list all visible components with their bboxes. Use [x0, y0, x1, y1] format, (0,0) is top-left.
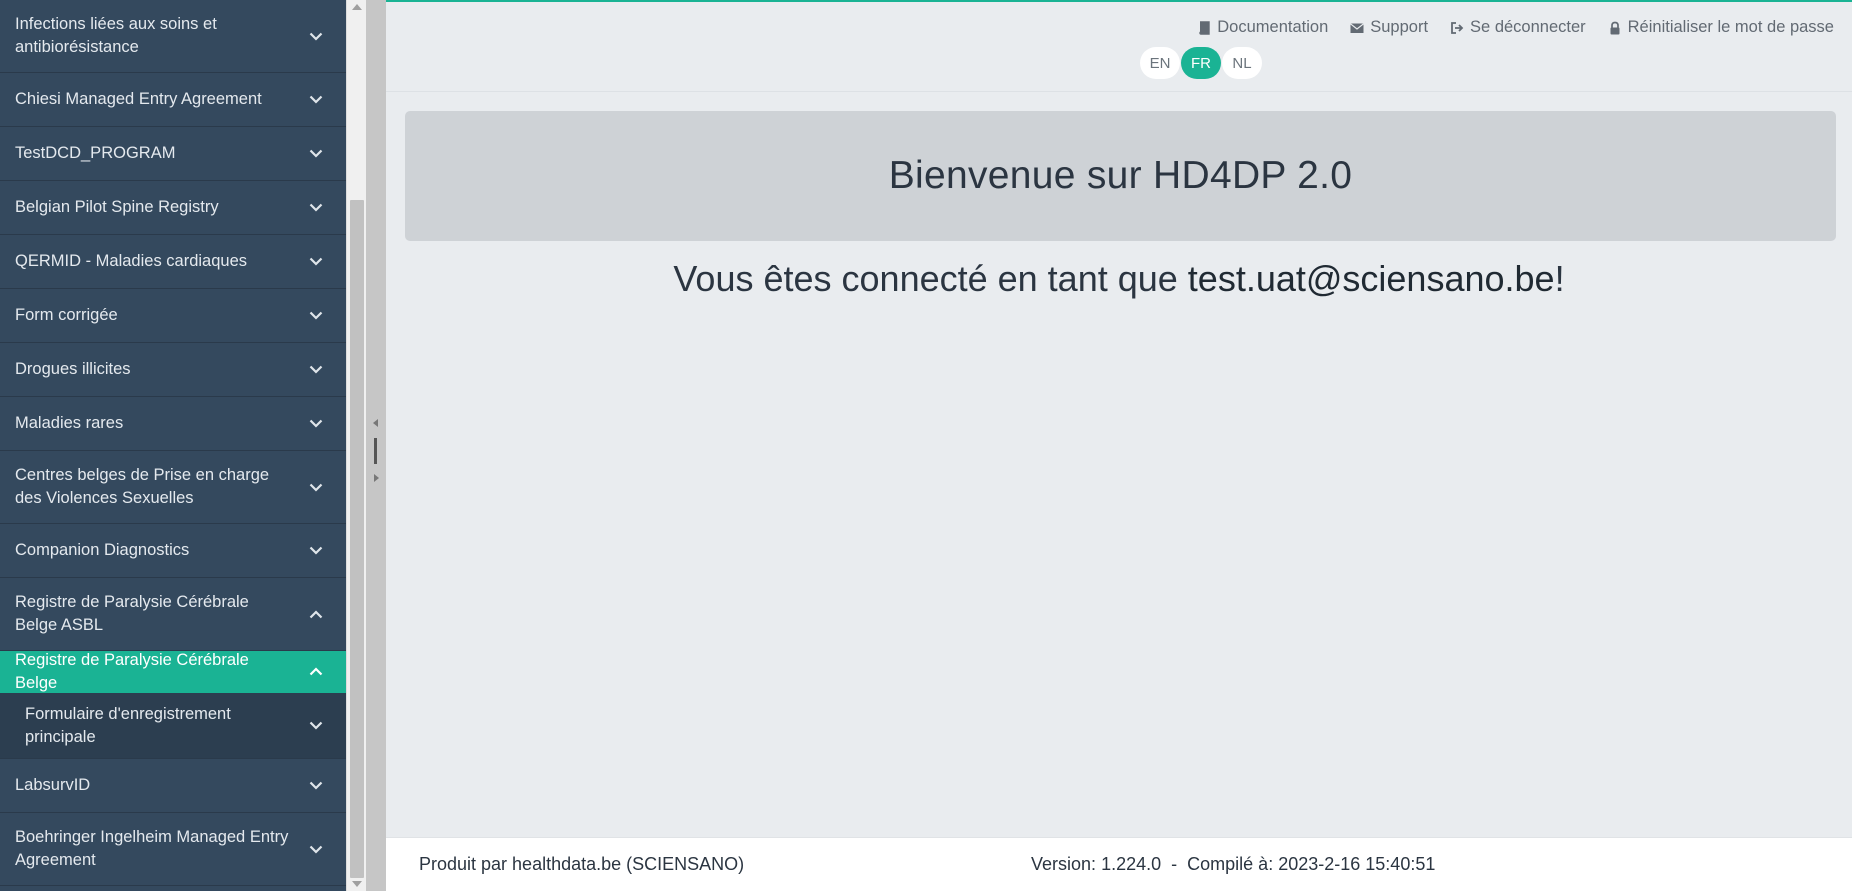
scroll-up-arrow-icon[interactable]: [352, 4, 362, 10]
lock-icon: [1610, 21, 1620, 34]
chevron-down-icon: [306, 198, 326, 218]
sidebar-item-spine-registry[interactable]: Belgian Pilot Spine Registry: [0, 181, 346, 235]
chevron-down-icon: [306, 716, 326, 736]
sidebar-item-form-corrigee[interactable]: Form corrigée: [0, 289, 346, 343]
footer-separator: -: [1171, 854, 1178, 874]
sidebar-subitem-formulaire[interactable]: Formulaire d'enregistrement principale: [0, 693, 346, 759]
sidebar-item-label: Formulaire d'enregistrement principale: [25, 704, 231, 746]
chevron-down-icon: [306, 252, 326, 272]
documentation-label: Documentation: [1217, 18, 1329, 36]
chevron-up-icon: [306, 604, 326, 624]
sidebar-item-chiesi[interactable]: Chiesi Managed Entry Agreement: [0, 73, 346, 127]
chevron-down-icon: [306, 477, 326, 497]
sidebar-item-label: Infections liées aux soins et antibiorés…: [15, 15, 217, 56]
sidebar-item-label: QERMID - Maladies cardiaques: [15, 252, 247, 270]
envelope-icon: [1350, 22, 1365, 33]
sidebar-nav: Infections liées aux soins et antibiorés…: [0, 0, 346, 891]
sidebar-item-companion-diagnostics[interactable]: Companion Diagnostics: [0, 524, 346, 578]
sidebar-item-labsurvid[interactable]: LabsurvID: [0, 759, 346, 813]
reset-password-label: Réinitialiser le mot de passe: [1627, 18, 1834, 36]
sidebar-item-paralysie-asbl[interactable]: Registre de Paralysie Cérébrale Belge AS…: [0, 578, 346, 651]
chevron-up-icon: [306, 662, 326, 682]
chevron-down-icon: [306, 306, 326, 326]
scrollbar-thumb[interactable]: [350, 200, 364, 878]
language-switcher: EN FR NL: [1140, 47, 1263, 79]
reset-password-link[interactable]: Réinitialiser le mot de passe: [1608, 18, 1834, 37]
sidebar-item-maladies-rares[interactable]: Maladies rares: [0, 397, 346, 451]
sidebar-item-label: Belgian Pilot Spine Registry: [15, 198, 219, 216]
language-nl-button[interactable]: NL: [1222, 47, 1262, 79]
logout-link[interactable]: Se déconnecter: [1450, 18, 1586, 37]
logged-in-suffix: !: [1554, 258, 1565, 299]
top-links: Documentation Support Se déconnecter Réi…: [1197, 18, 1834, 37]
chevron-down-icon: [306, 541, 326, 561]
book-icon: [1199, 20, 1210, 35]
sidebar-item-paralysie-active[interactable]: Registre de Paralysie Cérébrale Belge: [0, 651, 346, 693]
chevron-down-icon: [306, 26, 326, 46]
sidebar-item-label: Drogues illicites: [15, 360, 131, 378]
top-bar: Documentation Support Se déconnecter Réi…: [386, 2, 1852, 92]
sidebar-item-label: Form corrigée: [15, 306, 118, 324]
welcome-title: Bienvenue sur HD4DP 2.0: [888, 154, 1353, 197]
footer: Produit par healthdata.be (SCIENSANO) Ve…: [386, 837, 1852, 891]
sidebar-item-label: Companion Diagnostics: [15, 541, 190, 559]
splitter-grip-handle[interactable]: [374, 438, 377, 464]
version-label: Version:: [1031, 854, 1097, 874]
sign-out-icon: [1451, 21, 1464, 34]
sidebar-item-boehringer[interactable]: Boehringer Ingelheim Managed Entry Agree…: [0, 813, 346, 886]
sidebar-item-violences-sexuelles[interactable]: Centres belges de Prise en charge des Vi…: [0, 451, 346, 524]
sidebar-item-label: TestDCD_PROGRAM: [15, 144, 176, 162]
language-en-button[interactable]: EN: [1140, 47, 1180, 79]
chevron-down-icon: [306, 144, 326, 164]
compiled-value: 2023-2-16 15:40:51: [1278, 854, 1436, 874]
welcome-banner: Bienvenue sur HD4DP 2.0: [405, 111, 1836, 241]
support-link[interactable]: Support: [1350, 18, 1428, 37]
logged-in-message: Vous êtes connecté en tant que test.uat@…: [386, 258, 1852, 300]
sidebar-item-label: Centres belges de Prise en charge des Vi…: [15, 466, 270, 507]
chevron-down-icon: [306, 839, 326, 859]
sidebar-item-label: Maladies rares: [15, 414, 124, 432]
logout-label: Se déconnecter: [1470, 18, 1586, 36]
scroll-down-arrow-icon[interactable]: [352, 881, 362, 887]
footer-version-info: Version: 1.224.0 - Compilé à: 2023-2-16 …: [1031, 854, 1435, 875]
compiled-label: Compilé à:: [1187, 854, 1274, 874]
sidebar-item-label: Registre de Paralysie Cérébrale Belge AS…: [15, 593, 249, 634]
version-value: 1.224.0: [1101, 854, 1162, 874]
panel-splitter[interactable]: [366, 0, 386, 891]
expand-right-arrow-icon[interactable]: [374, 474, 379, 482]
sidebar-item-qermid[interactable]: QERMID - Maladies cardiaques: [0, 235, 346, 289]
sidebar-item-label: Boehringer Ingelheim Managed Entry Agree…: [15, 828, 289, 869]
sidebar-item-infections[interactable]: Infections liées aux soins et antibiorés…: [0, 0, 346, 73]
documentation-link[interactable]: Documentation: [1197, 18, 1328, 37]
support-label: Support: [1370, 18, 1429, 36]
language-fr-button[interactable]: FR: [1181, 47, 1221, 79]
sidebar-item-label: Chiesi Managed Entry Agreement: [15, 90, 262, 108]
sidebar-scrollbar[interactable]: [346, 0, 366, 891]
sidebar-item-drogues[interactable]: Drogues illicites: [0, 343, 346, 397]
main-content: Documentation Support Se déconnecter Réi…: [386, 0, 1852, 891]
logged-in-user-email: test.uat@sciensano.be: [1187, 258, 1555, 299]
footer-producer: Produit par healthdata.be (SCIENSANO): [419, 854, 745, 874]
collapse-left-arrow-icon[interactable]: [373, 419, 378, 427]
chevron-down-icon: [306, 90, 326, 110]
logged-in-prefix: Vous êtes connecté en tant que: [673, 258, 1188, 299]
chevron-down-icon: [306, 776, 326, 796]
sidebar-item-label: Registre de Paralysie Cérébrale Belge: [15, 650, 249, 692]
chevron-down-icon: [306, 414, 326, 434]
sidebar-item-label: LabsurvID: [15, 776, 91, 794]
sidebar-item-testdcd[interactable]: TestDCD_PROGRAM: [0, 127, 346, 181]
chevron-down-icon: [306, 360, 326, 380]
